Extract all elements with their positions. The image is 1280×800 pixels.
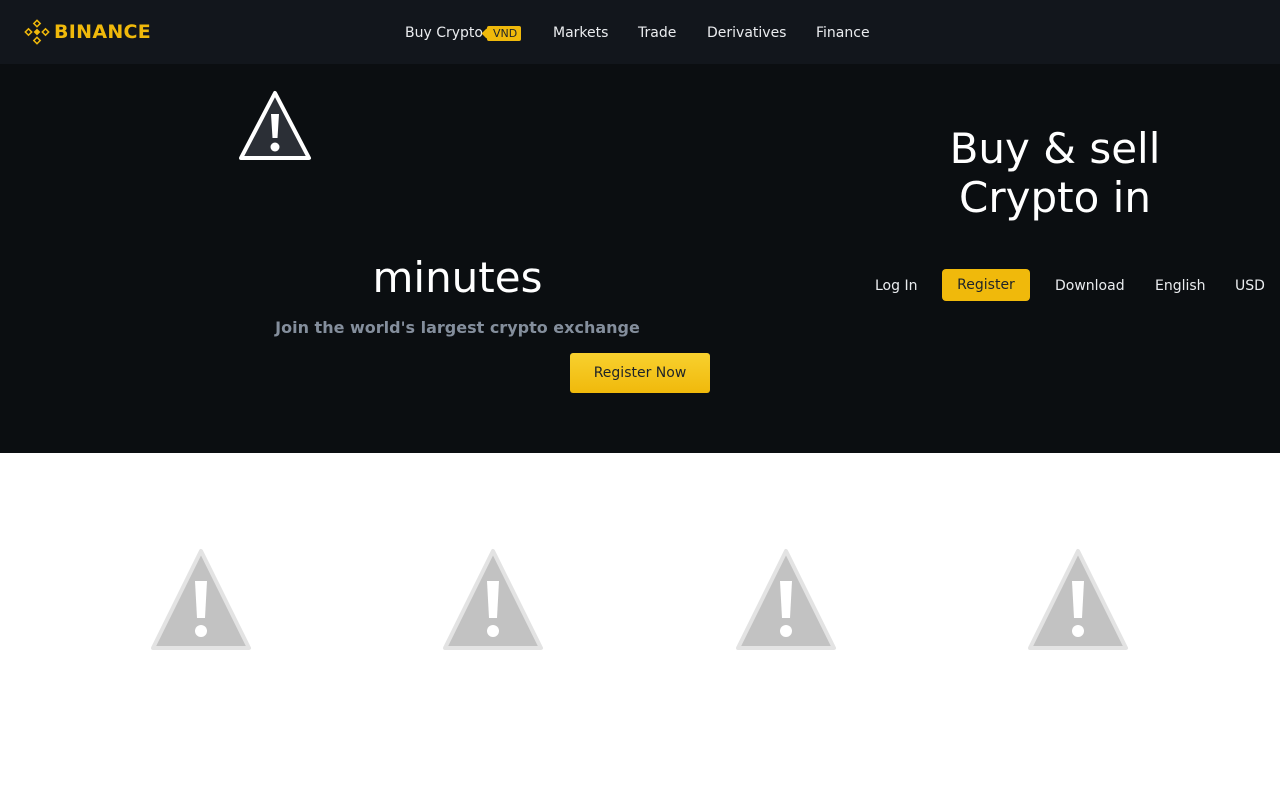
- hero-title-line-2: Crypto in: [959, 173, 1151, 222]
- nav-trade[interactable]: Trade: [638, 24, 676, 42]
- top-navigation-bar: BINANCE Buy Crypto VND Markets Trade Der…: [0, 0, 1280, 64]
- hero-subtitle: Join the world's largest crypto exchange: [275, 318, 640, 337]
- nav-derivatives[interactable]: Derivatives: [707, 24, 786, 42]
- binance-logo-icon: [24, 19, 50, 45]
- nav-finance[interactable]: Finance: [816, 24, 870, 42]
- brand-name: BINANCE: [54, 21, 152, 43]
- broken-image-icon: [150, 548, 252, 652]
- broken-image-icon: [442, 548, 544, 652]
- broken-image-icon: [238, 90, 312, 162]
- hero-section: Buy & sell Crypto in minutes Join the wo…: [0, 64, 1280, 453]
- nav-buy-crypto[interactable]: Buy Crypto: [405, 24, 483, 42]
- binance-logo[interactable]: BINANCE: [24, 19, 151, 45]
- hero-title-line-1: Buy & sell: [949, 124, 1161, 173]
- nav-markets[interactable]: Markets: [553, 24, 608, 42]
- login-link[interactable]: Log In: [875, 277, 917, 295]
- currency-selector[interactable]: USD: [1235, 277, 1265, 295]
- broken-image-icon: [735, 548, 837, 652]
- hero-title-line-3: minutes: [372, 253, 543, 302]
- hero-title: Buy & sell Crypto in: [900, 124, 1210, 222]
- register-now-button[interactable]: Register Now: [570, 353, 710, 393]
- download-link[interactable]: Download: [1055, 277, 1125, 295]
- register-button[interactable]: Register: [942, 269, 1030, 301]
- language-selector[interactable]: English: [1155, 277, 1206, 295]
- broken-image-icon: [1027, 548, 1129, 652]
- currency-badge[interactable]: VND: [487, 26, 522, 41]
